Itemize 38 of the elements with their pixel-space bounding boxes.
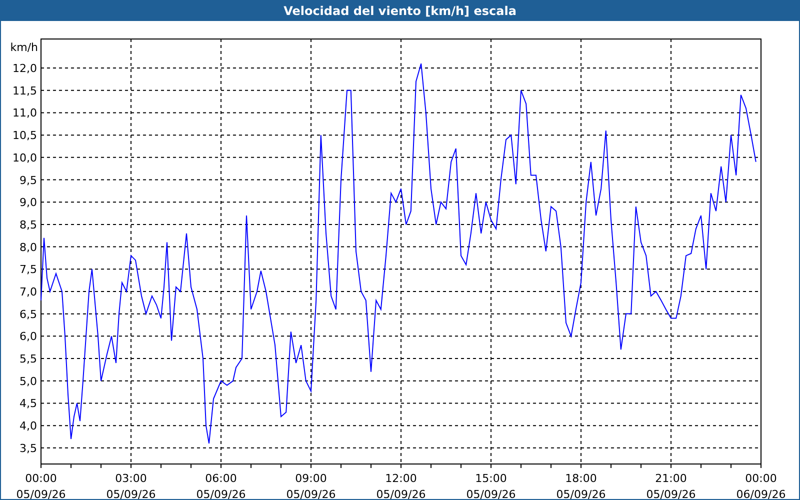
x-date-label: 05/09/26 [16, 488, 66, 499]
y-tick-label: 11,0 [12, 106, 37, 120]
x-date-label: 06/09/26 [736, 488, 786, 499]
x-tick-label: 00:00 [745, 472, 777, 485]
x-date-label: 05/09/26 [106, 488, 156, 499]
y-tick-label: 9,5 [20, 174, 37, 187]
y-tick-label: 12,0 [12, 62, 37, 76]
x-date-label: 05/09/26 [646, 488, 696, 499]
window-title: Velocidad del viento [km/h] escala [284, 4, 516, 18]
x-tick-label: 09:00 [295, 472, 327, 485]
x-date-label: 05/09/26 [196, 488, 246, 499]
y-tick-label: 4,0 [20, 420, 37, 433]
y-tick-label: 6,0 [20, 330, 37, 344]
y-tick-label: 4,5 [20, 397, 37, 410]
x-tick-label: 15:00 [475, 472, 507, 485]
x-date-label: 05/09/26 [376, 488, 426, 499]
y-tick-label: 3,5 [20, 442, 37, 455]
y-tick-label: 10,0 [12, 151, 37, 164]
y-tick-label: 6,5 [20, 308, 37, 321]
y-tick-label: 7,5 [20, 263, 37, 276]
y-tick-label: 7,0 [20, 286, 37, 298]
x-tick-label: 18:00 [565, 472, 597, 485]
y-tick-label: 8,0 [20, 240, 37, 254]
y-tick-label: 10,5 [12, 129, 37, 142]
x-date-label: 05/09/26 [466, 488, 516, 499]
y-tick-label: 5,0 [20, 374, 37, 388]
x-tick-label: 00:00 [25, 472, 57, 485]
x-tick-label: 12:00 [385, 472, 417, 485]
x-tick-label: 03:00 [115, 472, 147, 485]
x-date-label: 05/09/26 [556, 488, 606, 499]
x-tick-label: 06:00 [205, 472, 237, 485]
y-tick-label: 8,5 [20, 218, 37, 232]
x-date-label: 05/09/26 [286, 488, 336, 499]
y-tick-label: 5,5 [20, 352, 37, 366]
y-tick-label: 11,5 [12, 84, 37, 98]
x-tick-label: 21:00 [655, 472, 687, 485]
y-axis-unit: km/h [10, 41, 38, 54]
y-tick-label: 9,0 [20, 196, 37, 210]
